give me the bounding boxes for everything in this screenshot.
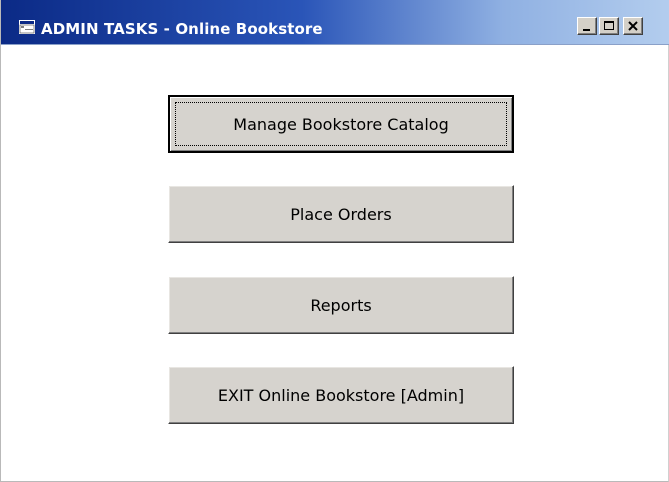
close-icon [628, 21, 638, 31]
admin-tasks-window: ADMIN TASKS - Online Bookstore Manage Bo… [0, 0, 669, 482]
exit-bookstore-label: EXIT Online Bookstore [Admin] [217, 385, 465, 405]
maximize-icon [604, 21, 614, 30]
close-button[interactable] [623, 17, 643, 35]
manage-bookstore-catalog-button[interactable]: Manage Bookstore Catalog [168, 95, 514, 153]
place-orders-label: Place Orders [290, 204, 392, 224]
app-window-icon[interactable] [19, 20, 35, 34]
exit-bookstore-button[interactable]: EXIT Online Bookstore [Admin] [168, 366, 514, 424]
maximize-button[interactable] [599, 17, 619, 35]
minimize-button[interactable] [577, 17, 597, 35]
reports-button[interactable]: Reports [168, 276, 514, 334]
minimize-icon [583, 29, 590, 31]
reports-label: Reports [310, 295, 372, 315]
window-title: ADMIN TASKS - Online Bookstore [41, 20, 323, 38]
manage-bookstore-catalog-label: Manage Bookstore Catalog [233, 114, 449, 134]
title-bar[interactable]: ADMIN TASKS - Online Bookstore [1, 0, 669, 45]
place-orders-button[interactable]: Place Orders [168, 185, 514, 243]
